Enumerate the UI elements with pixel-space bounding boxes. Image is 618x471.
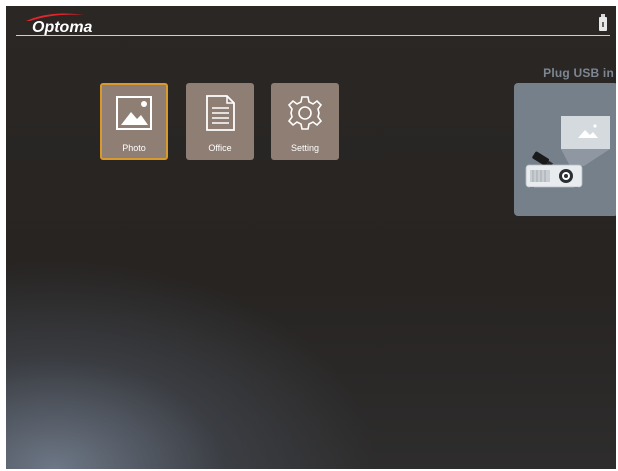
photo-tile[interactable]: Photo — [100, 83, 168, 160]
photo-icon — [116, 96, 152, 130]
setting-tile[interactable]: Setting — [271, 83, 339, 160]
gear-icon — [287, 96, 323, 130]
office-tile[interactable]: Office — [186, 83, 254, 160]
office-label: Office — [208, 143, 232, 153]
usb-prompt-panel — [514, 83, 616, 216]
plug-usb-title: Plug USB in — [543, 66, 614, 80]
optoma-logo: Optoma — [18, 12, 108, 36]
document-icon — [206, 95, 235, 131]
projector-with-usb-icon — [525, 116, 610, 189]
usb-drive-icon — [598, 14, 608, 32]
header-divider — [16, 35, 610, 36]
setting-label: Setting — [290, 143, 320, 153]
photo-label: Photo — [122, 143, 146, 153]
media-home-screen: Optoma Photo Office Setting Plug USB in — [6, 6, 616, 469]
